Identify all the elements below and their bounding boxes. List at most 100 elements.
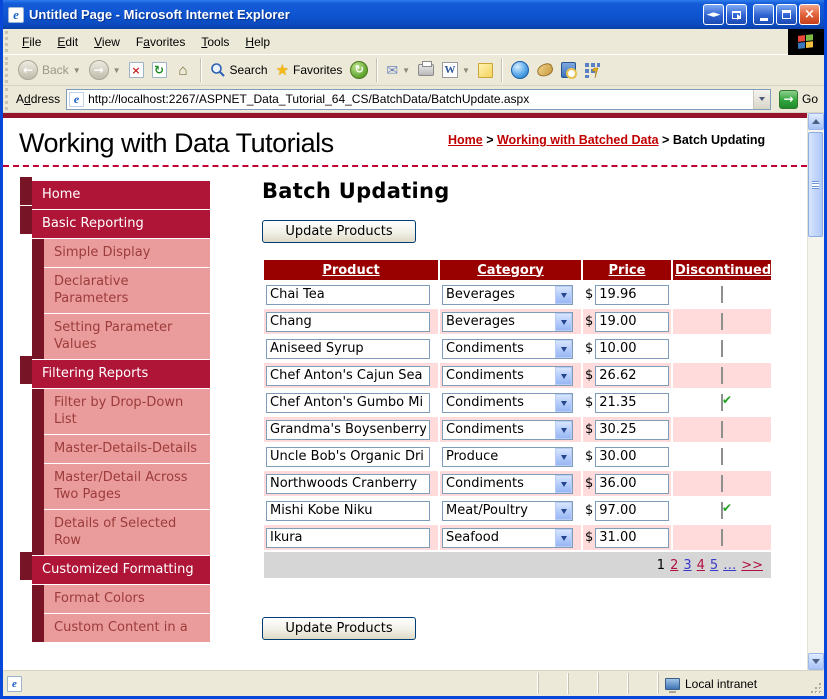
sort-discontinued-link[interactable]: Discontinued (675, 263, 771, 278)
discuss-button[interactable] (474, 61, 497, 80)
select-dropdown-icon[interactable] (555, 339, 572, 358)
price-input[interactable] (595, 338, 670, 359)
sidebar-section-basic-reporting[interactable]: Basic Reporting (20, 206, 210, 238)
update-products-button-top[interactable]: Update Products (262, 220, 416, 243)
update-products-button-bottom[interactable]: Update Products (262, 617, 416, 640)
category-select[interactable]: Seafood (442, 527, 573, 548)
price-input[interactable] (595, 392, 670, 413)
price-input[interactable] (595, 500, 670, 521)
sidebar-item-declarative-parameters[interactable]: Declarative Parameters (44, 268, 210, 313)
sidebar-item-master-detail-across-two-pages[interactable]: Master/Detail Across Two Pages (44, 464, 210, 509)
go-button[interactable]: → Go (771, 89, 824, 109)
address-dropdown-button[interactable] (752, 89, 770, 109)
home-button[interactable]: ⌂ (171, 60, 196, 81)
select-dropdown-icon[interactable] (555, 420, 572, 439)
sidebar-section-home[interactable]: Home (20, 177, 210, 209)
sidebar-item-format-colors[interactable]: Format Colors (44, 585, 210, 613)
pager-link-[interactable]: … (723, 558, 736, 573)
messenger-grid-button[interactable] (580, 60, 604, 80)
history-button[interactable]: ↻ (346, 59, 372, 81)
pane-toggle-button[interactable]: ◄► (703, 4, 724, 25)
scrollbar-thumb[interactable] (808, 132, 823, 237)
new-window-button[interactable] (726, 4, 747, 25)
discontinued-checkbox[interactable] (721, 313, 723, 330)
vertical-scrollbar[interactable] (807, 113, 824, 670)
menu-item-file[interactable]: File (14, 31, 49, 53)
forward-button[interactable]: → ▼ (85, 58, 125, 82)
price-input[interactable] (595, 446, 670, 467)
sidebar-item-setting-parameter-values[interactable]: Setting Parameter Values (44, 314, 210, 359)
product-input[interactable] (266, 527, 430, 548)
sidebar-item-simple-display[interactable]: Simple Display (44, 239, 210, 267)
discontinued-checkbox[interactable] (721, 367, 723, 384)
sidebar-item-custom-content-in-a[interactable]: Custom Content in a (44, 614, 210, 642)
product-input[interactable] (266, 284, 430, 305)
category-select[interactable]: Produce (442, 446, 573, 467)
category-select[interactable]: Beverages (442, 311, 573, 332)
scrollbar-track[interactable] (808, 130, 824, 653)
back-dropdown-icon[interactable]: ▼ (73, 66, 81, 75)
product-input[interactable] (266, 446, 430, 467)
select-dropdown-icon[interactable] (555, 393, 572, 412)
favorites-button[interactable]: ★ Favorites (272, 59, 347, 81)
back-button[interactable]: ← Back ▼ (14, 58, 85, 82)
sidebar-item-master-details-details[interactable]: Master-Details-Details (44, 435, 210, 463)
sidebar-section-filtering-reports[interactable]: Filtering Reports (20, 356, 210, 388)
mail-dropdown-icon[interactable]: ▼ (402, 66, 410, 75)
menu-item-view[interactable]: View (86, 31, 128, 53)
select-dropdown-icon[interactable] (555, 474, 572, 493)
menu-item-favorites[interactable]: Favorites (128, 31, 193, 53)
address-input[interactable] (88, 92, 753, 106)
word-dropdown-icon[interactable]: ▼ (462, 66, 470, 75)
sort-product-link[interactable]: Product (322, 263, 379, 278)
discontinued-checkbox[interactable] (721, 529, 723, 546)
pager-link-3[interactable]: 3 (683, 558, 691, 573)
price-input[interactable] (595, 473, 670, 494)
product-input[interactable] (266, 338, 430, 359)
product-input[interactable] (266, 473, 430, 494)
sort-price-link[interactable]: Price (609, 263, 646, 278)
price-input[interactable] (595, 311, 670, 332)
extra-tool-button[interactable] (533, 61, 557, 79)
pager-link-[interactable]: >> (741, 558, 763, 573)
sort-category-link[interactable]: Category (477, 263, 543, 278)
product-input[interactable] (266, 500, 430, 521)
category-select[interactable]: Condiments (442, 338, 573, 359)
pager-link-4[interactable]: 4 (697, 558, 705, 573)
research-button[interactable] (557, 60, 580, 80)
select-dropdown-icon[interactable] (555, 528, 572, 547)
discontinued-checkbox[interactable] (721, 502, 723, 519)
select-dropdown-icon[interactable] (555, 501, 572, 520)
select-dropdown-icon[interactable] (555, 447, 572, 466)
menu-item-help[interactable]: Help (237, 31, 278, 53)
category-select[interactable]: Beverages (442, 284, 573, 305)
pager-link-2[interactable]: 2 (670, 558, 678, 573)
sidebar-item-filter-by-drop-down-list[interactable]: Filter by Drop-Down List (44, 389, 210, 434)
menu-item-edit[interactable]: Edit (49, 31, 86, 53)
stop-button[interactable]: × (125, 60, 148, 80)
category-select[interactable]: Condiments (442, 392, 573, 413)
messenger-button[interactable] (507, 59, 533, 81)
menu-item-tools[interactable]: Tools (193, 31, 237, 53)
category-select[interactable]: Condiments (442, 419, 573, 440)
scroll-down-button[interactable] (808, 653, 824, 670)
breadcrumb-link[interactable]: Home (448, 133, 483, 147)
category-select[interactable]: Meat/Poultry (442, 500, 573, 521)
select-dropdown-icon[interactable] (555, 285, 572, 304)
sidebar-section-customized-formatting[interactable]: Customized Formatting (20, 552, 210, 584)
category-select[interactable]: Condiments (442, 365, 573, 386)
close-button[interactable]: × (799, 4, 820, 25)
sidebar-item-details-of-selected-row[interactable]: Details of Selected Row (44, 510, 210, 555)
discontinued-checkbox[interactable] (721, 475, 723, 492)
product-input[interactable] (266, 311, 430, 332)
product-input[interactable] (266, 392, 430, 413)
product-input[interactable] (266, 365, 430, 386)
resize-grip[interactable] (808, 680, 824, 696)
price-input[interactable] (595, 419, 670, 440)
category-select[interactable]: Condiments (442, 473, 573, 494)
forward-dropdown-icon[interactable]: ▼ (113, 66, 121, 75)
price-input[interactable] (595, 284, 670, 305)
select-dropdown-icon[interactable] (555, 312, 572, 331)
discontinued-checkbox[interactable] (721, 286, 723, 303)
price-input[interactable] (595, 365, 670, 386)
